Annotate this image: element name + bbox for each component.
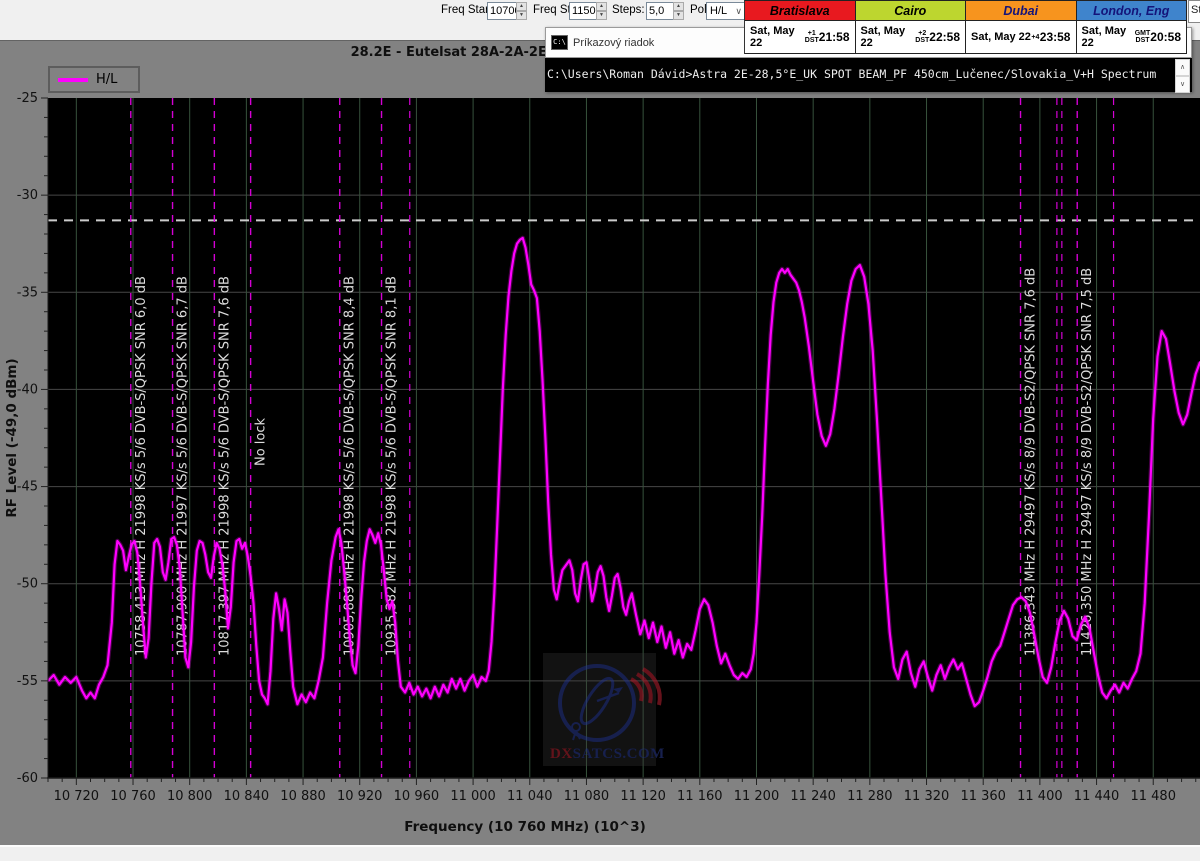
chevron-down-icon: ∨	[735, 3, 742, 19]
pol-value: H/L	[710, 3, 727, 19]
y-axis-title: RF Level (-49,0 dBm)	[4, 358, 20, 517]
console-title: Príkazový riadok	[573, 37, 654, 49]
clock-date: Sat, May 22	[971, 31, 1031, 43]
x-tick-label: 11 280	[847, 789, 893, 804]
clock-city-london-eng: London, Eng	[1077, 0, 1188, 21]
desktop: { "toolbar": { "freq_start_label": "Freq…	[0, 0, 1200, 859]
clock-info: Sat, May 22+1DST21:58	[745, 21, 856, 54]
x-tick-label: 11 080	[564, 789, 610, 804]
y-tick-label: -50	[17, 577, 38, 592]
x-tick-label: 10 880	[280, 789, 326, 804]
x-tick-label: 11 160	[677, 789, 723, 804]
x-tick-label: 11 360	[960, 789, 1006, 804]
x-tick-label: 10 720	[54, 789, 100, 804]
spin-down-icon[interactable]: ▼	[673, 11, 684, 20]
x-tick-label: 11 040	[507, 789, 553, 804]
clock-info: Sat, May 22GMTDST20:58	[1077, 21, 1188, 54]
x-tick-label: 11 440	[1074, 789, 1120, 804]
clock-info: Sat, May 22+2DST22:58	[856, 21, 967, 54]
clock-timezone: +4	[1031, 34, 1039, 41]
x-axis-title: Frequency (10 760 MHz) (10^3)	[404, 819, 646, 835]
x-tick-label: 10 960	[394, 789, 440, 804]
y-tick-label: -35	[17, 285, 38, 300]
console-scrollbar[interactable]: ∧ ∨	[1175, 59, 1190, 91]
world-clock-panel: BratislavaCairoDubaiLondon, EngSat, May …	[744, 0, 1187, 54]
spin-up-icon[interactable]: ▲	[673, 2, 684, 11]
spin-up-icon[interactable]: ▲	[596, 2, 607, 11]
freq-start-spinner[interactable]: ▲▼	[516, 2, 527, 20]
spin-down-icon[interactable]: ▼	[516, 11, 527, 20]
legend-line-sample	[58, 78, 88, 82]
clock-time: 22:58	[929, 30, 960, 44]
dxsatcs-watermark: DXSATCS.COM	[543, 653, 665, 766]
partial-button[interactable]: St	[1188, 0, 1200, 23]
x-tick-label: 10 920	[337, 789, 383, 804]
legend-label: H/L	[96, 72, 117, 87]
clock-date: Sat, May 22	[1082, 25, 1135, 49]
x-tick-label: 10 760	[110, 789, 156, 804]
clock-timezone: +1DST	[805, 30, 819, 44]
legend: H/L	[48, 66, 140, 93]
console-body: C:\Users\Roman Dávid>Astra 2E-28,5°E_UK …	[545, 58, 1192, 92]
clock-city-bratislava: Bratislava	[745, 0, 856, 21]
y-tick-label: -25	[17, 91, 38, 106]
clock-time: 21:58	[819, 30, 850, 44]
x-tick-label: 10 840	[224, 789, 270, 804]
console-command-text: C:\Users\Roman Dávid>Astra 2E-28,5°E_UK …	[547, 67, 1159, 81]
transponder-label: 11426,350 MHz H 29497 KS/s 8/9 DVB-S2/QP…	[1080, 268, 1095, 656]
scroll-up-icon[interactable]: ∧	[1175, 59, 1190, 76]
pol-select[interactable]: H/L ∨	[706, 2, 746, 20]
x-tick-label: 11 480	[1130, 789, 1176, 804]
cmd-icon: C:\	[551, 35, 568, 50]
clock-info: Sat, May 22+423:58	[966, 21, 1077, 54]
y-tick-label: -30	[17, 188, 38, 203]
x-tick-label: 11 240	[790, 789, 836, 804]
x-tick-label: 11 200	[734, 789, 780, 804]
spectrum-plot: DXSATCS.COM10758,413 MHz H 21998 KS/s 5/…	[0, 41, 1200, 846]
x-tick-label: 11 320	[904, 789, 950, 804]
transponder-label: No lock	[254, 417, 269, 466]
clock-city-cairo: Cairo	[856, 0, 967, 21]
x-tick-label: 11 120	[620, 789, 666, 804]
freq-stop-spinner[interactable]: ▲▼	[596, 2, 607, 20]
clock-time: 20:58	[1150, 30, 1181, 44]
spin-down-icon[interactable]: ▼	[596, 11, 607, 20]
clock-timezone: GMTDST	[1135, 30, 1151, 44]
y-tick-label: -60	[17, 771, 38, 786]
x-tick-label: 11 400	[1017, 789, 1063, 804]
x-tick-label: 11 000	[450, 789, 496, 804]
y-tick-label: -55	[17, 674, 38, 689]
scroll-down-icon[interactable]: ∨	[1175, 76, 1190, 93]
steps-spinner[interactable]: ▲▼	[673, 2, 684, 20]
transponder-label: 11386,343 MHz H 29497 KS/s 8/9 DVB-S2/QP…	[1024, 268, 1039, 656]
watermark-text: DXSATCS.COM	[550, 746, 665, 762]
spin-up-icon[interactable]: ▲	[516, 2, 527, 11]
x-tick-label: 10 800	[167, 789, 213, 804]
clock-city-dubai: Dubai	[966, 0, 1077, 21]
clock-date: Sat, May 22	[750, 25, 805, 49]
steps-label: Steps:	[612, 4, 645, 16]
clock-timezone: +2DST	[915, 30, 929, 44]
clock-date: Sat, May 22	[861, 25, 916, 49]
clock-time: 23:58	[1040, 30, 1071, 44]
spectrum-chart-window: 28.2E - Eutelsat 28A-2A-2E-2F (TB DXSATC…	[0, 40, 1200, 846]
